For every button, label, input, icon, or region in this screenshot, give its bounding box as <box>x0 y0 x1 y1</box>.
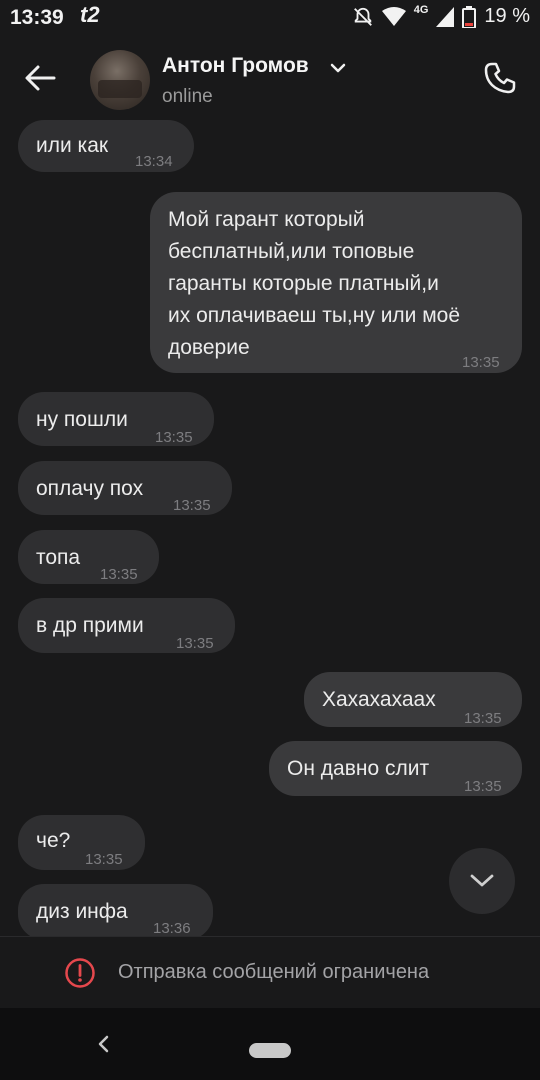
system-nav-bar <box>0 1008 540 1080</box>
message-text-line: доверие <box>168 336 250 359</box>
message-time: 13:35 <box>173 497 211 514</box>
message-text-line: гаранты которые платный,и <box>168 272 439 295</box>
call-button[interactable] <box>480 58 520 98</box>
message-time: 13:35 <box>155 429 193 446</box>
message-text-line: бесплатный,или топовые <box>168 240 415 263</box>
chevron-down-icon <box>470 874 494 887</box>
message-time: 13:35 <box>100 566 138 583</box>
incoming-message[interactable]: диз инфа 13:36 <box>18 884 213 936</box>
contact-status: online <box>162 86 213 107</box>
battery-icon <box>462 5 477 28</box>
outgoing-message[interactable]: Хахахахаах 13:35 <box>304 672 522 727</box>
status-bar: 13:39 t2 4G 19 % <box>0 0 540 36</box>
avatar[interactable] <box>90 50 150 110</box>
battery-percent: 19 % <box>484 5 530 27</box>
message-time: 13:36 <box>153 920 191 936</box>
network-type: 4G <box>413 3 429 16</box>
restriction-text: Отправка сообщений ограничена <box>118 961 430 983</box>
chat-header: Антон Громов online <box>0 36 540 120</box>
message-time: 13:34 <box>135 153 173 170</box>
message-list[interactable]: или как 13:34 Мой гарант который бесплат… <box>0 120 540 936</box>
message-text-line: их оплачиваеш ты,ну или моё <box>168 304 461 327</box>
phone-icon <box>484 62 516 94</box>
incoming-message[interactable]: че? 13:35 <box>18 815 145 870</box>
message-text: че? <box>36 829 71 852</box>
message-text: оплачу пох <box>36 477 144 500</box>
incoming-message[interactable]: оплачу пох 13:35 <box>18 461 232 515</box>
signal-icon <box>436 6 455 27</box>
exclamation-circle-icon <box>65 958 95 988</box>
message-time: 13:35 <box>464 778 502 795</box>
chat-screen: 13:39 t2 4G 19 % Антон Громов online или… <box>0 0 540 1080</box>
message-time: 13:35 <box>462 354 500 371</box>
message-time: 13:35 <box>176 635 214 652</box>
back-button[interactable] <box>20 58 60 98</box>
nav-back-icon[interactable] <box>94 1034 112 1054</box>
status-time: 13:39 <box>10 6 64 29</box>
scroll-down-button[interactable] <box>449 848 515 914</box>
outgoing-message[interactable]: Мой гарант который бесплатный,или топовы… <box>150 192 522 373</box>
incoming-message[interactable]: топа 13:35 <box>18 530 159 584</box>
message-text: Хахахахаах <box>322 688 436 711</box>
chevron-down-icon[interactable] <box>330 62 346 74</box>
message-text: или как <box>36 134 109 157</box>
message-text: ну пошли <box>36 408 128 431</box>
status-icons: 4G 19 % <box>352 3 530 28</box>
message-text: топа <box>36 546 81 569</box>
contact-name[interactable]: Антон Громов <box>162 54 309 78</box>
do-not-disturb-icon <box>353 7 372 26</box>
messaging-restricted-banner: Отправка сообщений ограничена <box>0 936 540 1009</box>
message-text-line: Мой гарант который <box>168 208 365 231</box>
message-text: Он давно слит <box>287 757 430 780</box>
incoming-message[interactable]: или как 13:34 <box>18 120 194 172</box>
arrow-left-icon <box>25 65 56 91</box>
nav-home-pill[interactable] <box>249 1043 291 1058</box>
carrier-logo: t2 <box>80 2 100 27</box>
wifi-icon <box>381 6 406 26</box>
incoming-message[interactable]: ну пошли 13:35 <box>18 392 214 446</box>
message-text: в др прими <box>36 614 144 637</box>
message-text: диз инфа <box>36 900 128 923</box>
message-time: 13:35 <box>85 851 123 868</box>
outgoing-message[interactable]: Он давно слит 13:35 <box>269 741 522 796</box>
message-time: 13:35 <box>464 710 502 727</box>
incoming-message[interactable]: в др прими 13:35 <box>18 598 235 653</box>
